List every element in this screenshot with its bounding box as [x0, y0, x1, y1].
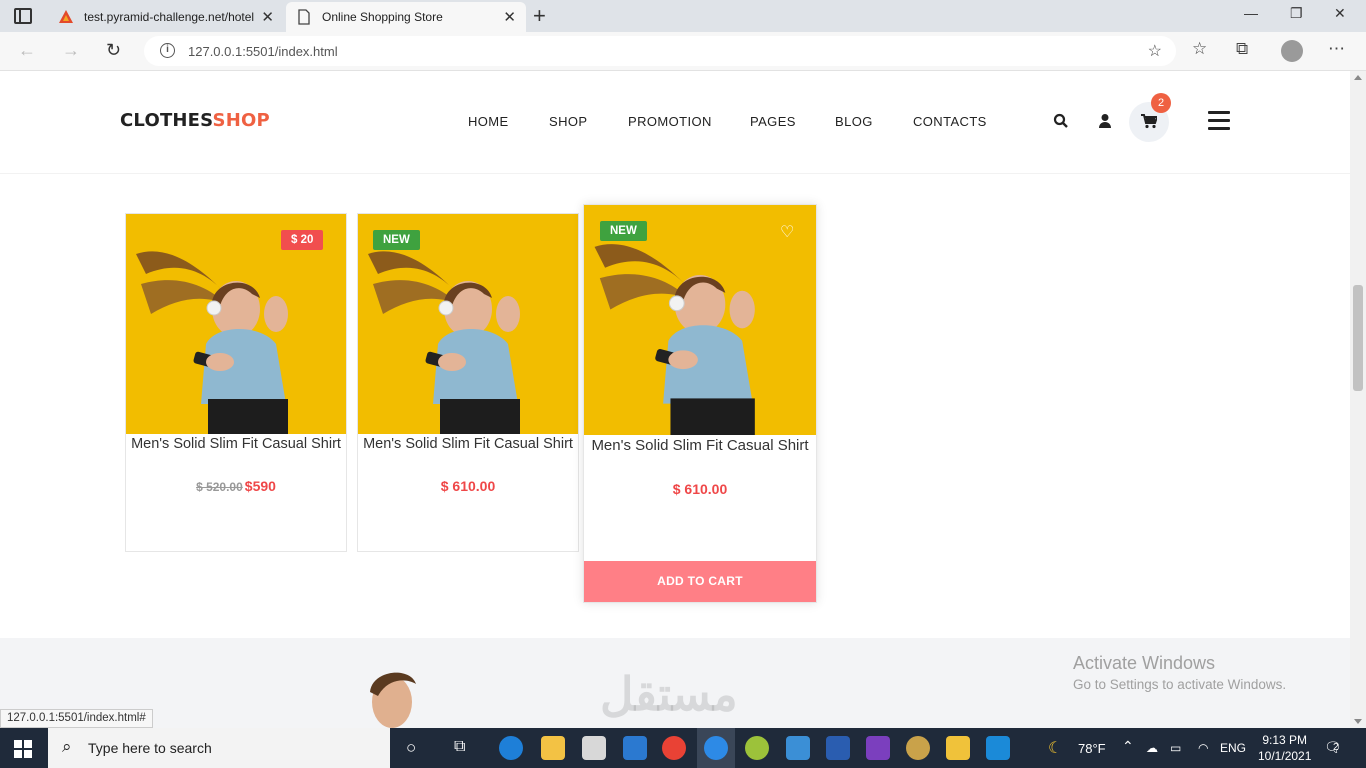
weather-temp[interactable]: 78°F — [1078, 741, 1106, 756]
photos-icon[interactable] — [786, 736, 810, 760]
restore-icon[interactable]: ❐ — [1290, 5, 1303, 22]
site-logo[interactable]: CLOTHESSHOP — [120, 110, 270, 131]
store-icon[interactable] — [582, 736, 606, 760]
web-page: CLOTHESSHOP HOME SHOP PROMOTION PAGES BL… — [0, 71, 1350, 728]
forward-icon[interactable]: → — [62, 40, 80, 61]
old-price: $ 520.00 — [196, 480, 243, 494]
notification-count: 2 — [1333, 742, 1339, 753]
product-title[interactable]: Men's Solid Slim Fit Casual Shirt — [126, 434, 346, 454]
paint-palette-icon[interactable] — [906, 736, 930, 760]
task-view-icon[interactable]: ⧉ — [454, 738, 465, 756]
windows-start-icon[interactable] — [14, 740, 32, 758]
product-price: $ 520.00 $590 — [126, 478, 346, 494]
url-field[interactable]: i 127.0.0.1:5501/index.html ☆ — [144, 36, 1176, 66]
system-clock[interactable]: 9:13 PM 10/1/2021 — [1258, 732, 1311, 764]
scroll-thumb[interactable] — [1353, 285, 1363, 391]
refresh-icon[interactable]: ↻ — [106, 40, 121, 61]
back-icon[interactable]: ← — [18, 40, 36, 61]
edge-icon[interactable] — [499, 736, 523, 760]
search-icon[interactable] — [1053, 113, 1069, 129]
taskbar: ⌕ Type here to search ○ ⧉ ☾ 78°F ⌃ ☁ ▭ ◠… — [0, 728, 1366, 768]
search-icon: ⌕ — [62, 737, 72, 756]
new-tag: NEW — [373, 230, 420, 250]
clock-date: 10/1/2021 — [1258, 749, 1312, 763]
chevron-up-icon[interactable]: ⌃ — [1122, 738, 1134, 755]
logo-part2: SHOP — [212, 110, 270, 131]
language-indicator[interactable]: ENG — [1220, 741, 1246, 755]
tab-title: test.pyramid-challenge.net/hotel — [84, 10, 254, 24]
site-favicon-icon — [59, 10, 73, 23]
taskbar-search[interactable]: ⌕ Type here to search — [48, 728, 390, 768]
activate-windows-subtitle: Go to Settings to activate Windows. — [1073, 677, 1287, 692]
product-card[interactable]: $ 20 Men's Solid Slim Fit Casual Shirt $… — [125, 213, 347, 552]
product-title[interactable]: Men's Solid Slim Fit Casual Shirt — [584, 436, 816, 456]
product-card-hovered[interactable]: NEW ♡ Men's Solid Slim Fit Casual Shirt … — [583, 204, 817, 603]
scroll-up-icon[interactable] — [1354, 75, 1362, 80]
browser-tab-inactive[interactable]: test.pyramid-challenge.net/hotel ✕ — [48, 2, 284, 32]
activate-windows-title: Activate Windows — [1073, 653, 1216, 673]
edge-active-icon[interactable] — [704, 736, 728, 760]
status-bar-url: 127.0.0.1:5501/index.html# — [0, 709, 153, 728]
word-icon[interactable] — [826, 736, 850, 760]
nav-promotion[interactable]: PROMOTION — [628, 114, 712, 129]
paint-icon[interactable] — [745, 736, 769, 760]
nav-home[interactable]: HOME — [468, 114, 509, 129]
product-title[interactable]: Men's Solid Slim Fit Casual Shirt — [358, 434, 578, 454]
collections-icon[interactable]: ⧉ — [1236, 39, 1248, 59]
vscode-icon[interactable] — [986, 736, 1010, 760]
mail-icon[interactable] — [623, 736, 647, 760]
cart-icon — [1141, 114, 1157, 129]
cortana-icon[interactable]: ○ — [406, 738, 416, 758]
site-info-icon[interactable]: i — [160, 43, 175, 58]
tab-actions-icon[interactable] — [14, 8, 32, 24]
url-text: 127.0.0.1:5501/index.html — [188, 44, 338, 59]
wifi-icon[interactable]: ◠ — [1198, 741, 1208, 755]
model-photo — [370, 672, 416, 728]
file-explorer-icon[interactable] — [541, 736, 565, 760]
heart-icon[interactable]: ♡ — [780, 222, 794, 242]
nav-pages[interactable]: PAGES — [750, 114, 796, 129]
add-favorite-icon[interactable]: ☆ — [1148, 41, 1162, 61]
current-price: $590 — [244, 478, 276, 494]
weather-moon-icon: ☾ — [1048, 740, 1063, 757]
battery-icon[interactable]: ▭ — [1170, 741, 1181, 755]
add-to-cart-button[interactable]: ADD TO CART — [584, 561, 816, 602]
site-header: CLOTHESSHOP HOME SHOP PROMOTION PAGES BL… — [0, 71, 1350, 174]
product-price: $ 610.00 — [440, 478, 496, 494]
minimize-icon[interactable]: — — [1244, 5, 1258, 21]
hamburger-menu-icon[interactable] — [1208, 111, 1230, 131]
taskbar-search-placeholder: Type here to search — [88, 740, 212, 756]
scroll-down-icon[interactable] — [1354, 719, 1362, 724]
sale-tag: $ 20 — [281, 230, 324, 250]
nav-contacts[interactable]: CONTACTS — [913, 114, 987, 129]
page-scrollbar[interactable] — [1350, 71, 1366, 728]
nav-shop[interactable]: SHOP — [549, 114, 587, 129]
cart-count-badge: 2 — [1151, 93, 1171, 113]
browser-tab-bar: test.pyramid-challenge.net/hotel ✕ Onlin… — [0, 0, 1366, 32]
product-price: $ 610.00 — [672, 481, 728, 497]
close-window-icon[interactable]: ✕ — [1334, 5, 1346, 22]
user-icon[interactable] — [1098, 113, 1112, 129]
cloud-icon[interactable]: ☁ — [1146, 741, 1158, 755]
product-card[interactable]: NEW Men's Solid Slim Fit Casual Shirt $ … — [357, 213, 579, 552]
visual-studio-icon[interactable] — [866, 736, 890, 760]
page-icon — [298, 9, 310, 25]
clock-time: 9:13 PM — [1262, 733, 1308, 747]
close-tab-icon[interactable]: ✕ — [503, 8, 516, 26]
address-bar-row: ← → ↻ i 127.0.0.1:5501/index.html ☆ — [0, 32, 1366, 71]
profile-avatar[interactable] — [1281, 40, 1303, 62]
browser-tab-active[interactable]: Online Shopping Store ✕ — [286, 2, 526, 32]
chrome-icon[interactable] — [662, 736, 686, 760]
new-tag: NEW — [600, 221, 647, 241]
notes-icon[interactable] — [946, 736, 970, 760]
more-menu-icon[interactable]: ⋯ — [1328, 39, 1345, 59]
new-tab-button[interactable]: + — [533, 3, 546, 29]
tab-title: Online Shopping Store — [322, 10, 443, 24]
favorites-icon[interactable]: ☆ — [1192, 39, 1207, 59]
watermark-logo: مستقل — [600, 668, 738, 720]
logo-part1: CLOTHES — [120, 110, 213, 131]
close-tab-icon[interactable]: ✕ — [261, 8, 274, 26]
nav-blog[interactable]: BLOG — [835, 114, 873, 129]
